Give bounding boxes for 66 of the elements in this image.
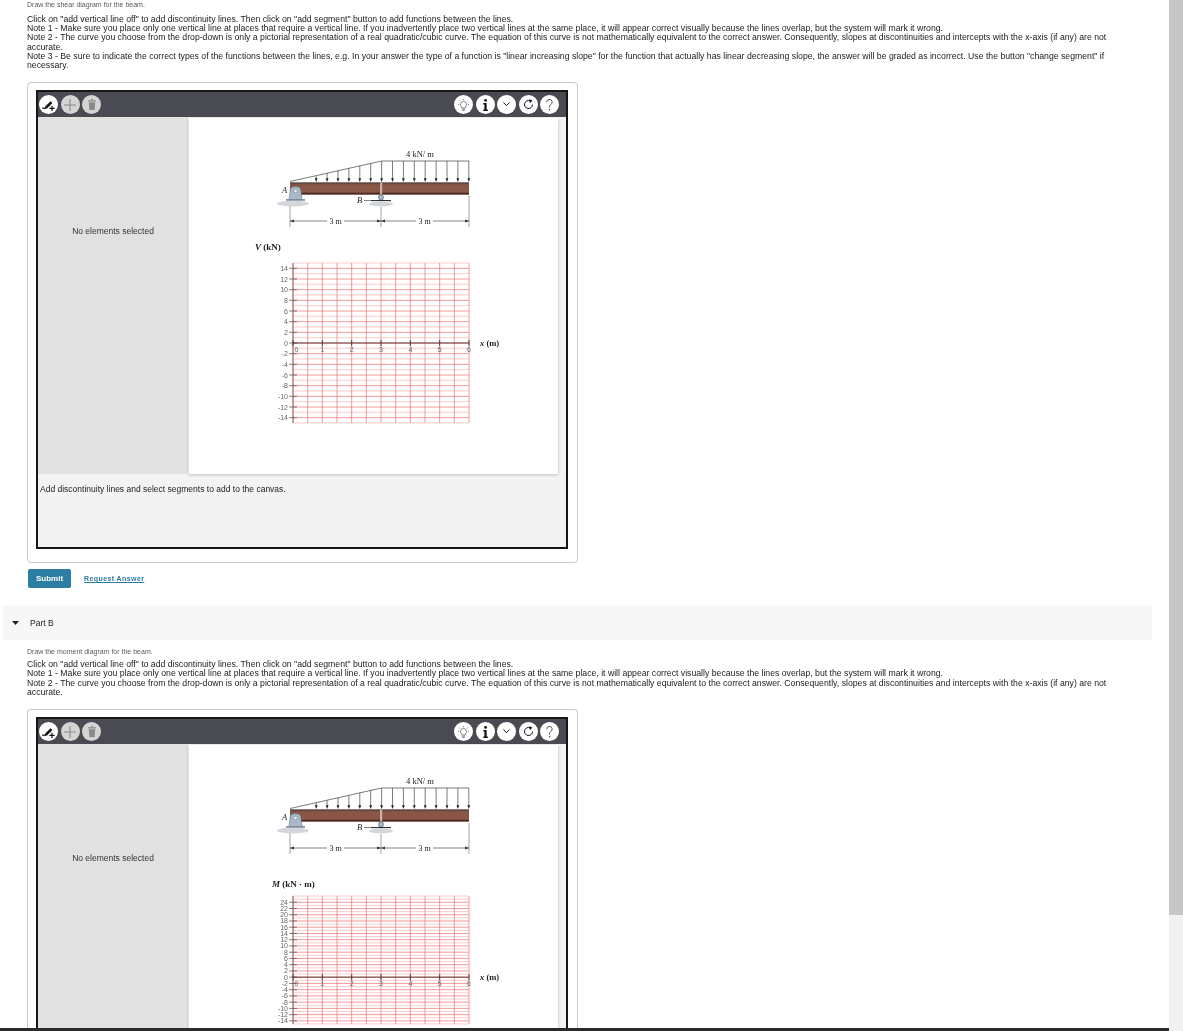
roller-support xyxy=(369,821,393,834)
pencil-plus-icon xyxy=(42,98,55,111)
instruction-text: Note 2 - The curve you choose from the drop-down is only a pictorial representation of a real quadratic/cubic curve. The equation of this curve is not mathematically equivalent to the correct answer. Consequently, slopes at discontinuities and intercepts with the x-axis (if any) are not accurate. xyxy=(27,678,1108,698)
leader-line xyxy=(363,200,372,201)
load-label: 4 kN/ m xyxy=(406,775,434,786)
extension-line xyxy=(289,205,291,228)
axis-title: M (kN · m) xyxy=(272,879,315,890)
panel-message: No elements selected xyxy=(72,853,154,864)
pin-support xyxy=(277,813,309,834)
extension-line xyxy=(380,206,382,228)
lightbulb-icon xyxy=(458,98,469,111)
trash-icon xyxy=(87,99,96,111)
instruction-text: Note 2 - The curve you choose from the drop-down is only a pictorial representation of a real quadratic/cubic curve. The equation of this curve is not mathematically equivalent to the correct answer. Consequently, slopes at discontinuities and intercepts with the x-axis (if any) are not accurate. xyxy=(27,33,1108,52)
pin-support xyxy=(277,186,309,207)
support-label: A xyxy=(282,812,288,823)
roller-support xyxy=(369,194,393,207)
hint-button[interactable] xyxy=(454,95,473,115)
load-label: 4 kN/ m xyxy=(406,148,434,159)
axis-title: x (m) xyxy=(480,338,500,349)
plus-icon xyxy=(64,725,76,738)
circular-arrow-icon xyxy=(522,99,534,111)
dimension-label: 3 m xyxy=(329,217,342,227)
leader-line xyxy=(363,827,372,828)
support-label: B xyxy=(357,822,363,833)
dimension-label: 3 m xyxy=(418,217,431,227)
info-button[interactable] xyxy=(475,95,495,115)
dropdown-button[interactable] xyxy=(497,722,516,742)
axis-title: x (m) xyxy=(480,972,500,983)
hint-button[interactable] xyxy=(454,722,473,742)
instruction-text: Note 1 - Make sure you place only one vertical line at places that require a vertical line. If you inadvertently place two vertical lines at the same place, it will appear correct visually because the lines overlap, but the system will mark it wrong. xyxy=(27,669,943,679)
help-icon xyxy=(546,725,553,738)
help-button[interactable] xyxy=(540,722,559,742)
part-toggle[interactable]: Part B xyxy=(3,605,1152,641)
draw-line-button[interactable] xyxy=(39,95,58,115)
lightbulb-icon xyxy=(458,725,469,738)
status-message: Add discontinuity lines and select segments to add to the canvas. xyxy=(40,484,286,495)
chevron-down-icon xyxy=(503,102,510,107)
info-icon xyxy=(482,725,488,738)
help-icon xyxy=(546,98,553,111)
axis-title: V (kN) xyxy=(255,242,281,253)
info-icon xyxy=(482,98,488,111)
plus-icon xyxy=(64,98,76,111)
support-label: B xyxy=(357,195,363,206)
pencil-plus-icon xyxy=(42,725,55,738)
draw-line-button[interactable] xyxy=(39,722,58,742)
instruction-text: Click on "add vertical line off" to add discontinuity lines. Then click on "add segment" button to add functions between the lines. xyxy=(27,15,514,25)
extension-line xyxy=(468,195,470,228)
redo-button[interactable] xyxy=(518,722,538,742)
extension-line xyxy=(468,822,470,855)
info-button[interactable] xyxy=(475,722,495,742)
support-label: A xyxy=(282,185,288,196)
extension-line xyxy=(380,833,382,855)
trash-icon xyxy=(87,726,96,738)
instruction-text: Click on "add vertical line off" to add discontinuity lines. Then click on "add segment" button to add functions between the lines. xyxy=(27,660,514,670)
circular-arrow-icon xyxy=(522,726,534,738)
help-button[interactable] xyxy=(540,95,559,115)
submit-button[interactable]: Submit xyxy=(28,569,72,589)
instruction-text: Note 1 - Make sure you place only one vertical line at places that require a vertical line. If you inadvertently place two vertical lines at the same place, it will appear correct visually because the lines overlap, but the system will mark it wrong. xyxy=(27,24,943,34)
dimension-label: 3 m xyxy=(329,844,342,854)
extension-line xyxy=(289,832,291,855)
instruction-text: Note 3 - Be sure to indicate the correct types of the functions between the lines, e.g. In your answer the type of a function is "linear increasing slope" for the function that actually has linear decreasing slope, the answer will be graded as incorrect. Use the button "change segment" if necessary. xyxy=(27,51,1106,71)
redo-button[interactable] xyxy=(518,95,538,115)
panel-message: No elements selected xyxy=(72,226,154,237)
dimension-label: 3 m xyxy=(418,844,431,854)
chevron-down-icon xyxy=(503,729,510,734)
dropdown-button[interactable] xyxy=(497,95,516,115)
